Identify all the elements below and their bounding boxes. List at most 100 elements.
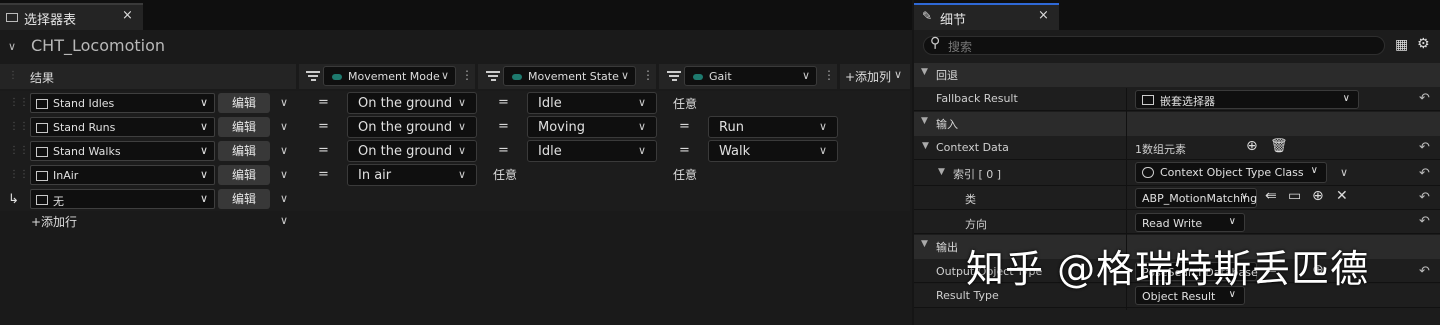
filter-icon[interactable] [667, 71, 681, 82]
class-picker[interactable]: ABP_MotionMatching ∨ [1135, 188, 1257, 208]
filter-icon[interactable] [486, 71, 500, 82]
operator: = [318, 143, 329, 158]
column-menu-icon[interactable]: ⋮ [823, 68, 835, 82]
movement-state-cell[interactable]: Idle ∨ [527, 92, 657, 114]
reset-icon[interactable]: ↶ [1419, 166, 1430, 181]
operator: = [679, 143, 690, 158]
section-fallback[interactable]: ▼ 回退 [914, 63, 1440, 87]
result-asset-picker[interactable]: Stand Runs ∨ [30, 117, 215, 137]
row-grip-icon[interactable]: ⋮⋮ [9, 145, 29, 156]
trash-icon[interactable]: 🗑 [1270, 138, 1288, 154]
cell-value: On the ground [358, 144, 453, 159]
operator: = [318, 167, 329, 182]
chevron-down-icon: ∨ [1228, 216, 1236, 227]
reset-icon[interactable]: ↶ [1419, 214, 1430, 229]
asset-icon [36, 147, 48, 157]
chevron-down-icon[interactable]: ▼ [938, 167, 945, 177]
movement-state-cell[interactable]: Moving ∨ [527, 116, 657, 138]
add-row-button[interactable]: +添加行 [31, 213, 77, 230]
cell-value: On the ground [358, 96, 453, 111]
cell-value: Idle [538, 144, 562, 159]
expand-chevron-icon[interactable]: ∨ [280, 168, 288, 181]
expand-chevron-icon[interactable]: ∨ [280, 144, 288, 157]
reset-icon[interactable]: ↶ [1419, 264, 1430, 279]
column-menu-icon[interactable]: ⋮ [642, 68, 654, 82]
result-asset-picker[interactable]: 无 ∨ [30, 189, 215, 209]
movement-mode-cell[interactable]: On the ground ∨ [347, 140, 477, 162]
chevron-down-icon: ∨ [440, 69, 449, 82]
direction-value: Read Write [1142, 217, 1203, 230]
gait-column-button[interactable]: Gait ∨ [684, 66, 817, 86]
section-input[interactable]: ▼ 输入 [914, 112, 1440, 136]
clear-icon[interactable]: ✕ [1336, 188, 1348, 204]
add-element-icon[interactable]: ⊕ [1246, 138, 1258, 154]
gait-cell[interactable]: Run ∨ [708, 116, 838, 138]
edit-button[interactable]: 编辑 [218, 189, 270, 209]
result-asset-picker[interactable]: Stand Idles ∨ [30, 93, 215, 113]
filter-icon[interactable] [306, 71, 320, 82]
chevron-down-icon[interactable]: ▼ [922, 141, 929, 151]
tab-details[interactable]: ✎ 细节 × [914, 3, 1059, 30]
row-grip-icon[interactable]: ⋮⋮ [9, 97, 29, 108]
expand-chevron-icon[interactable]: ∨ [1340, 166, 1348, 179]
chevron-down-icon: ∨ [457, 144, 466, 157]
chevron-down-icon: ∨ [637, 144, 646, 157]
movement-mode-cell[interactable]: On the ground ∨ [347, 92, 477, 114]
expand-chevron-icon[interactable]: ∨ [280, 214, 288, 227]
result-asset-picker[interactable]: Stand Walks ∨ [30, 141, 215, 161]
collapse-chevron-icon[interactable]: ∨ [8, 40, 16, 53]
result-asset-picker[interactable]: InAir ∨ [30, 165, 215, 185]
reset-icon[interactable]: ↶ [1419, 140, 1430, 155]
tab-selector-table[interactable]: 选择器表 × [0, 3, 143, 30]
chevron-down-icon: ∨ [199, 192, 208, 205]
column-menu-icon[interactable]: ⋮ [461, 68, 473, 82]
movement-mode-cell[interactable]: In air ∨ [347, 164, 477, 186]
pin-icon [512, 74, 522, 80]
gait-any-value[interactable]: 任意 [673, 95, 697, 112]
result-asset-name: InAir [53, 169, 79, 182]
reset-icon[interactable]: ↶ [1419, 91, 1430, 106]
chevron-down-icon: ∨ [1310, 165, 1318, 176]
index-value: Context Object Type Class [1160, 166, 1304, 179]
cell-value: On the ground [358, 120, 453, 135]
expand-chevron-icon[interactable]: ∨ [280, 96, 288, 109]
row-grip-icon[interactable]: ⋮⋮ [9, 121, 29, 132]
movement-state-cell[interactable]: Idle ∨ [527, 140, 657, 162]
expand-chevron-icon[interactable]: ∨ [280, 120, 288, 133]
edit-button[interactable]: 编辑 [218, 93, 270, 113]
fallback-result-picker[interactable]: 嵌套选择器 ∨ [1135, 90, 1359, 109]
movement-mode-cell[interactable]: On the ground ∨ [347, 116, 477, 138]
direction-select[interactable]: Read Write ∨ [1135, 213, 1245, 232]
section-title: 输入 [936, 118, 958, 131]
row-grip-icon[interactable]: ⋮⋮ [9, 169, 29, 180]
edit-button[interactable]: 编辑 [218, 165, 270, 185]
gear-icon[interactable]: ⚙ [1417, 36, 1430, 52]
table-view-icon[interactable]: ▦ [1395, 37, 1408, 53]
add-icon[interactable]: ⊕ [1312, 188, 1324, 204]
movement-mode-column-button[interactable]: Movement Mode ∨ [323, 66, 456, 86]
gait-cell[interactable]: Walk ∨ [708, 140, 838, 162]
close-icon[interactable]: × [1038, 8, 1049, 23]
chevron-down-icon: ∨ [894, 68, 903, 81]
chevron-down-icon: ∨ [1240, 191, 1248, 202]
close-icon[interactable]: × [122, 8, 133, 23]
add-column-button[interactable]: +添加列 ∨ [840, 64, 910, 89]
index-label: 索引 [ 0 ] [953, 168, 1002, 181]
movement-state-column-button[interactable]: Movement State ∨ [503, 66, 636, 86]
column-name: Movement Mode [348, 70, 440, 83]
context-object-type-picker[interactable]: Context Object Type Class ∨ [1135, 162, 1327, 183]
result-column-label: 结果 [30, 71, 55, 85]
context-data-label: Context Data [936, 141, 1009, 154]
edit-button[interactable]: 编辑 [218, 141, 270, 161]
state-any-value[interactable]: 任意 [493, 166, 517, 183]
search-input[interactable]: ⚲ 搜索 [923, 35, 1385, 55]
gait-any-value[interactable]: 任意 [673, 166, 697, 183]
edit-button[interactable]: 编辑 [218, 117, 270, 137]
use-selected-icon[interactable]: ⇚ [1265, 188, 1277, 204]
reset-icon[interactable]: ↶ [1419, 190, 1430, 205]
chevron-down-icon: ∨ [637, 120, 646, 133]
fallback-result-label: Fallback Result [936, 92, 1018, 105]
expand-chevron-icon[interactable]: ∨ [280, 192, 288, 205]
section-title: 回退 [936, 69, 958, 82]
browse-folder-icon[interactable]: ▭ [1288, 188, 1301, 204]
